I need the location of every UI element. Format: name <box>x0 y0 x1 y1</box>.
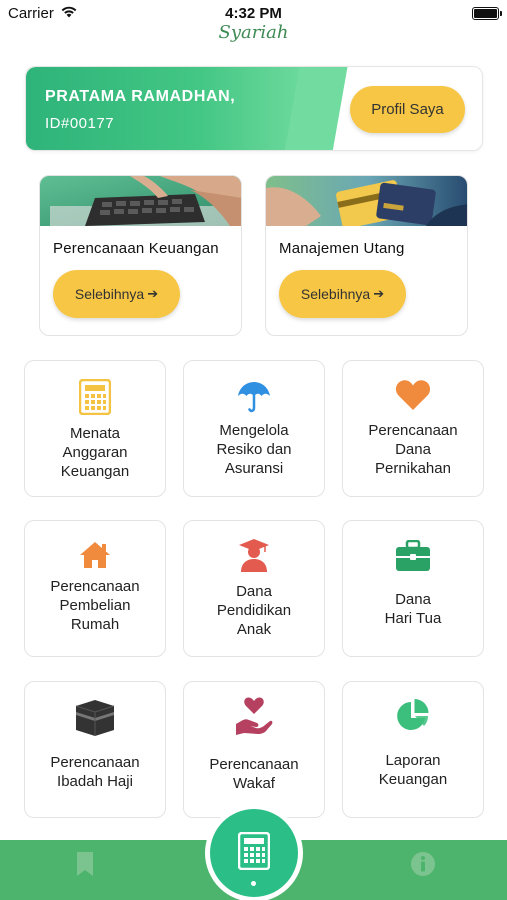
active-indicator-dot <box>251 881 256 886</box>
profile-name: PRATAMA RAMADHAN, <box>45 88 236 105</box>
feature-title: Manajemen Utang <box>279 240 405 257</box>
brand-logo: Syariah <box>218 22 289 43</box>
tile-label: Laporan Keuangan <box>378 752 448 788</box>
calculator-icon <box>25 379 165 415</box>
button-label: Selebihnya <box>300 286 371 302</box>
tile-label: Dana Pendidikan Anak <box>216 583 292 638</box>
fab-circle <box>210 809 298 897</box>
tile-perencanaan-dana-pernikahan[interactable]: Perencanaan Dana Pernikahan <box>342 360 484 497</box>
arrow-right-icon: ➔ <box>147 286 159 301</box>
tile-label: Perencanaan Dana Pernikahan <box>368 422 458 477</box>
calculator-icon <box>237 831 271 875</box>
tile-perencanaan-wakaf[interactable]: Perencanaan Wakaf <box>183 681 325 818</box>
feature-card-perencanaan-keuangan[interactable]: Perencanaan Keuangan Selebihnya ➔ <box>39 175 242 336</box>
pie-chart-icon <box>343 698 483 734</box>
briefcase-icon <box>343 538 483 574</box>
kaaba-icon <box>25 700 165 736</box>
tile-laporan-keuangan[interactable]: Laporan Keuangan <box>342 681 484 818</box>
profile-id: ID#00177 <box>45 115 115 132</box>
tile-perencanaan-ibadah-haji[interactable]: Perencanaan Ibadah Haji <box>24 681 166 818</box>
tile-menata-anggaran-keuangan[interactable]: Menata Anggaran Keuangan <box>24 360 166 497</box>
tile-label: Dana Hari Tua <box>384 591 442 627</box>
status-time: 4:32 PM <box>225 5 282 22</box>
credit-cards-photo <box>266 176 467 226</box>
house-icon <box>25 537 165 573</box>
feature-title: Perencanaan Keuangan <box>53 240 219 257</box>
selebihnya-button[interactable]: Selebihnya ➔ <box>279 270 406 318</box>
tile-mengelola-resiko-asuransi[interactable]: Mengelola Resiko dan Asuransi <box>183 360 325 497</box>
calculator-hands-photo <box>40 176 241 226</box>
hand-heart-icon <box>184 697 324 735</box>
info-icon[interactable] <box>410 851 436 877</box>
tile-label: Mengelola Resiko dan Asuransi <box>216 422 292 477</box>
profile-banner <box>26 67 316 150</box>
tile-label: Perencanaan Wakaf <box>209 756 299 792</box>
graduate-icon <box>184 537 324 573</box>
tile-label: Perencanaan Ibadah Haji <box>50 754 140 790</box>
tile-dana-pendidikan-anak[interactable]: Dana Pendidikan Anak <box>183 520 325 657</box>
calculator-fab-button[interactable] <box>205 804 303 900</box>
battery-icon <box>472 7 502 20</box>
heart-icon <box>343 377 483 413</box>
selebihnya-button[interactable]: Selebihnya ➔ <box>53 270 180 318</box>
tile-dana-hari-tua[interactable]: Dana Hari Tua <box>342 520 484 657</box>
umbrella-icon <box>184 379 324 415</box>
feature-card-manajemen-utang[interactable]: Manajemen Utang Selebihnya ➔ <box>265 175 468 336</box>
profile-button[interactable]: Profil Saya <box>350 86 465 133</box>
button-label: Selebihnya <box>74 286 145 302</box>
arrow-right-icon: ➔ <box>373 286 385 301</box>
bookmark-icon[interactable] <box>72 851 98 877</box>
tile-perencanaan-pembelian-rumah[interactable]: Perencanaan Pembelian Rumah <box>24 520 166 657</box>
tile-label: Perencanaan Pembelian Rumah <box>50 578 140 633</box>
tile-label: Menata Anggaran Keuangan <box>60 425 130 480</box>
profile-card: PRATAMA RAMADHAN, ID#00177 Profil Saya <box>25 66 483 151</box>
